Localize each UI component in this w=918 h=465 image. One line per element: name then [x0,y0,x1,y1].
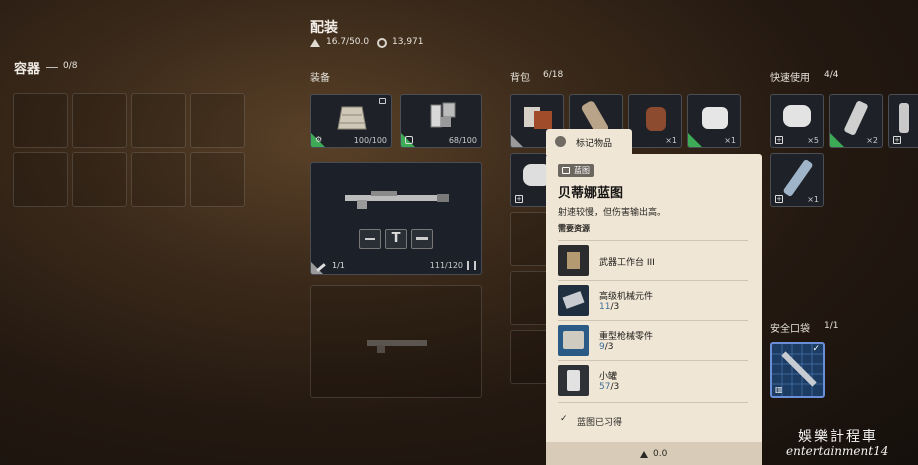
weight-value: 16.7/50.0 [326,37,370,47]
container-divider [46,67,58,68]
check-icon: ✓ [812,344,820,354]
item-description: 射速较慢，但伤害输出高。 [558,208,667,218]
backpack-title: 背包 [510,73,530,84]
injector-item-icon [843,100,869,136]
mark-icon [555,136,566,147]
container-title: 容器 [14,62,41,77]
quick-use-item[interactable]: + ×1 [770,153,824,207]
augment-icon [405,136,413,144]
resource-amount: 9/3 [599,342,614,352]
grenade-item-icon [646,107,666,131]
safe-pocket-slot[interactable]: ✓ ▥ [770,342,825,398]
resource-name: 武器工作台 III [599,258,655,268]
shield-icon: ⚙ [315,135,323,144]
syringe-item-icon [899,103,909,133]
shield-durability: 100/100 [353,136,387,145]
add-icon: + [893,136,901,144]
container-slot[interactable] [13,93,68,148]
page-title: 配装 [310,20,338,36]
augment-item-icon [430,102,456,128]
bandage-item-icon [783,105,811,127]
canister-icon [558,365,589,396]
weapon-placeholder-icon [367,340,427,353]
book-icon [562,167,570,174]
shield-slot[interactable]: ⚙ 100/100 [310,94,392,148]
container-slot[interactable] [131,93,186,148]
backpack-item-qty: ×1 [665,136,677,145]
resource-amount: 11/3 [599,302,620,312]
blueprint-book-icon: ▥ [775,385,783,394]
primary-weapon-slot[interactable]: T 1/1 111/120 [310,162,482,275]
tech-icon[interactable]: T [385,229,407,249]
stim-item-icon [782,158,814,198]
container-slot[interactable] [190,152,245,207]
barrel-icon[interactable] [359,229,381,249]
backpack-count: 6/18 [543,70,564,80]
watermark-subtitle: entertainment14 [786,444,889,458]
lock-icon [379,98,386,104]
augment-durability: 68/100 [448,136,477,145]
tooltip-weight: 0.0 [653,449,668,459]
container-slot[interactable] [72,93,127,148]
blueprint-tag: 蓝图 [558,164,594,177]
item-name: 贝蒂娜蓝图 [558,186,624,201]
mark-item-label: 标记物品 [576,139,613,149]
weapon-item-icon [345,191,449,209]
quick-use-qty: ×5 [807,136,819,145]
add-icon: + [775,136,783,144]
shield-item-icon [337,106,367,130]
container-slot[interactable] [13,152,68,207]
equipment-title: 装备 [310,73,330,84]
safe-pocket-title: 安全口袋 [770,324,810,335]
weapon-type-icon [316,263,326,272]
backpack-item[interactable]: ×1 [628,94,682,148]
backpack-item-qty: ×1 [724,136,736,145]
resource-amount: 57/3 [599,382,620,392]
backpack-item[interactable]: ×1 [687,94,741,148]
resource-row: 小罐 57/3 [558,360,748,398]
quick-use-count: 4/4 [824,70,839,80]
add-icon: + [515,195,523,203]
resource-row: 高级机械元件 11/3 [558,280,748,318]
item-tooltip: 蓝图 贝蒂娜蓝图 射速较慢，但伤害输出高。 需要资源 武器工作台 III 高级机… [546,154,762,465]
mark-item-header[interactable]: 标记物品 [546,129,632,155]
watermark-title: 娛樂計程車 [798,429,878,445]
weapon-ammo: 111/120 [429,261,463,270]
resource-row: 重型枪械零件 9/3 [558,320,748,358]
container-slot[interactable] [190,93,245,148]
weight-icon [640,451,648,458]
quick-use-title: 快速使用 [770,73,810,84]
quick-use-qty: ×2 [866,136,878,145]
resource-name: 小罐 [599,372,618,382]
blueprint-tag-label: 蓝图 [574,166,590,175]
bandage-item-icon [702,107,728,129]
resource-row: 武器工作台 III [558,240,748,278]
stock-icon[interactable] [411,229,433,249]
add-icon: + [775,195,783,203]
augment-slot[interactable]: 68/100 [400,94,482,148]
weapon-count: 1/1 [332,261,345,270]
workbench-icon [558,245,589,276]
check-icon: ✓ [560,414,568,424]
mechanical-component-icon [558,285,589,316]
quick-use-qty: ×1 [807,195,819,204]
resources-title: 需要资源 [558,224,590,233]
resource-name: 重型枪械零件 [599,332,654,342]
credits-value: 13,971 [392,37,424,47]
quick-use-item[interactable]: + [888,94,918,148]
container-slot[interactable] [131,152,186,207]
credits-icon [377,38,387,48]
ammo-icon [467,261,476,270]
container-count: 0/8 [63,61,78,71]
safe-pocket-count: 1/1 [824,321,839,331]
quick-use-item[interactable]: + ×5 [770,94,824,148]
container-slot[interactable] [72,152,127,207]
quick-use-item[interactable]: ×2 [829,94,883,148]
learned-divider [558,402,748,403]
secondary-weapon-slot[interactable] [310,285,482,398]
learned-status: 蓝图已习得 [577,418,623,428]
resource-name: 高级机械元件 [599,292,654,302]
weight-icon [310,39,320,47]
gun-parts-icon [558,325,589,356]
